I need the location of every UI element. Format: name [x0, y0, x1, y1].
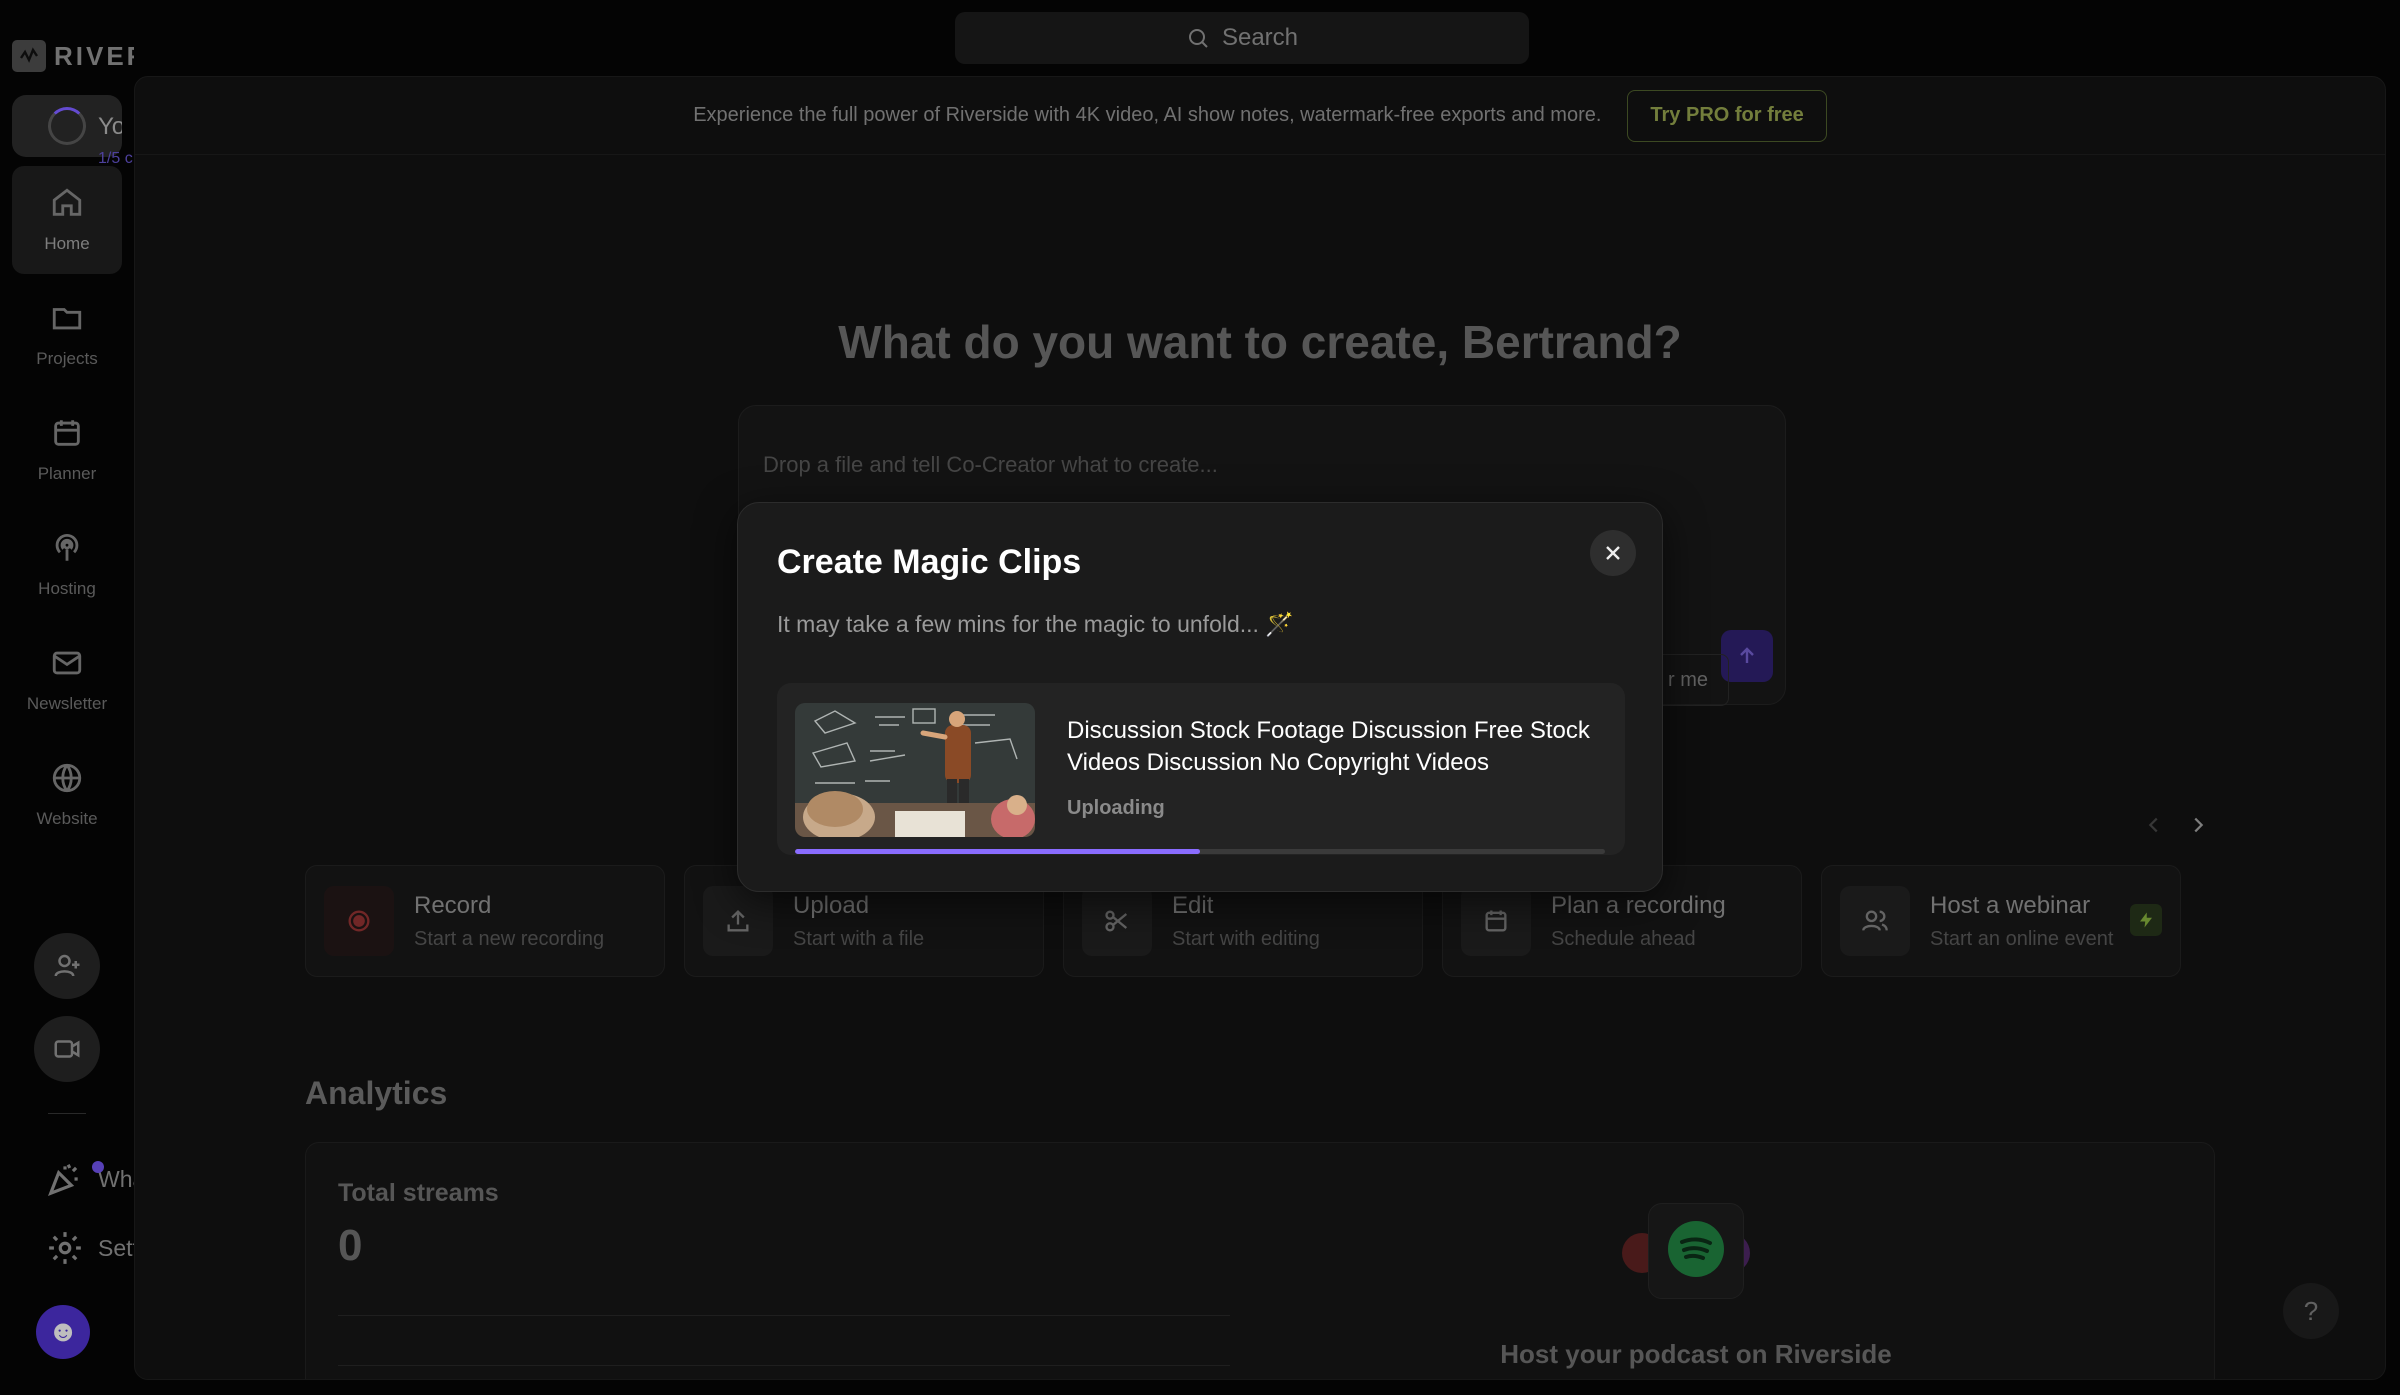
clip-upload-item: Discussion Stock Footage Discussion Free… — [777, 683, 1625, 855]
modal-title: Create Magic Clips — [777, 543, 1082, 581]
upload-progress-bar — [795, 849, 1605, 854]
create-magic-clips-modal: Create Magic Clips It may take a few min… — [737, 502, 1663, 892]
modal-subtitle: It may take a few mins for the magic to … — [777, 611, 1294, 637]
clip-thumbnail — [795, 703, 1035, 837]
upload-progress-fill — [795, 849, 1200, 854]
close-icon — [1606, 546, 1620, 560]
clip-status: Uploading — [1067, 797, 1165, 819]
close-button[interactable] — [1590, 530, 1636, 576]
clip-title: Discussion Stock Footage Discussion Free… — [1067, 717, 1590, 776]
